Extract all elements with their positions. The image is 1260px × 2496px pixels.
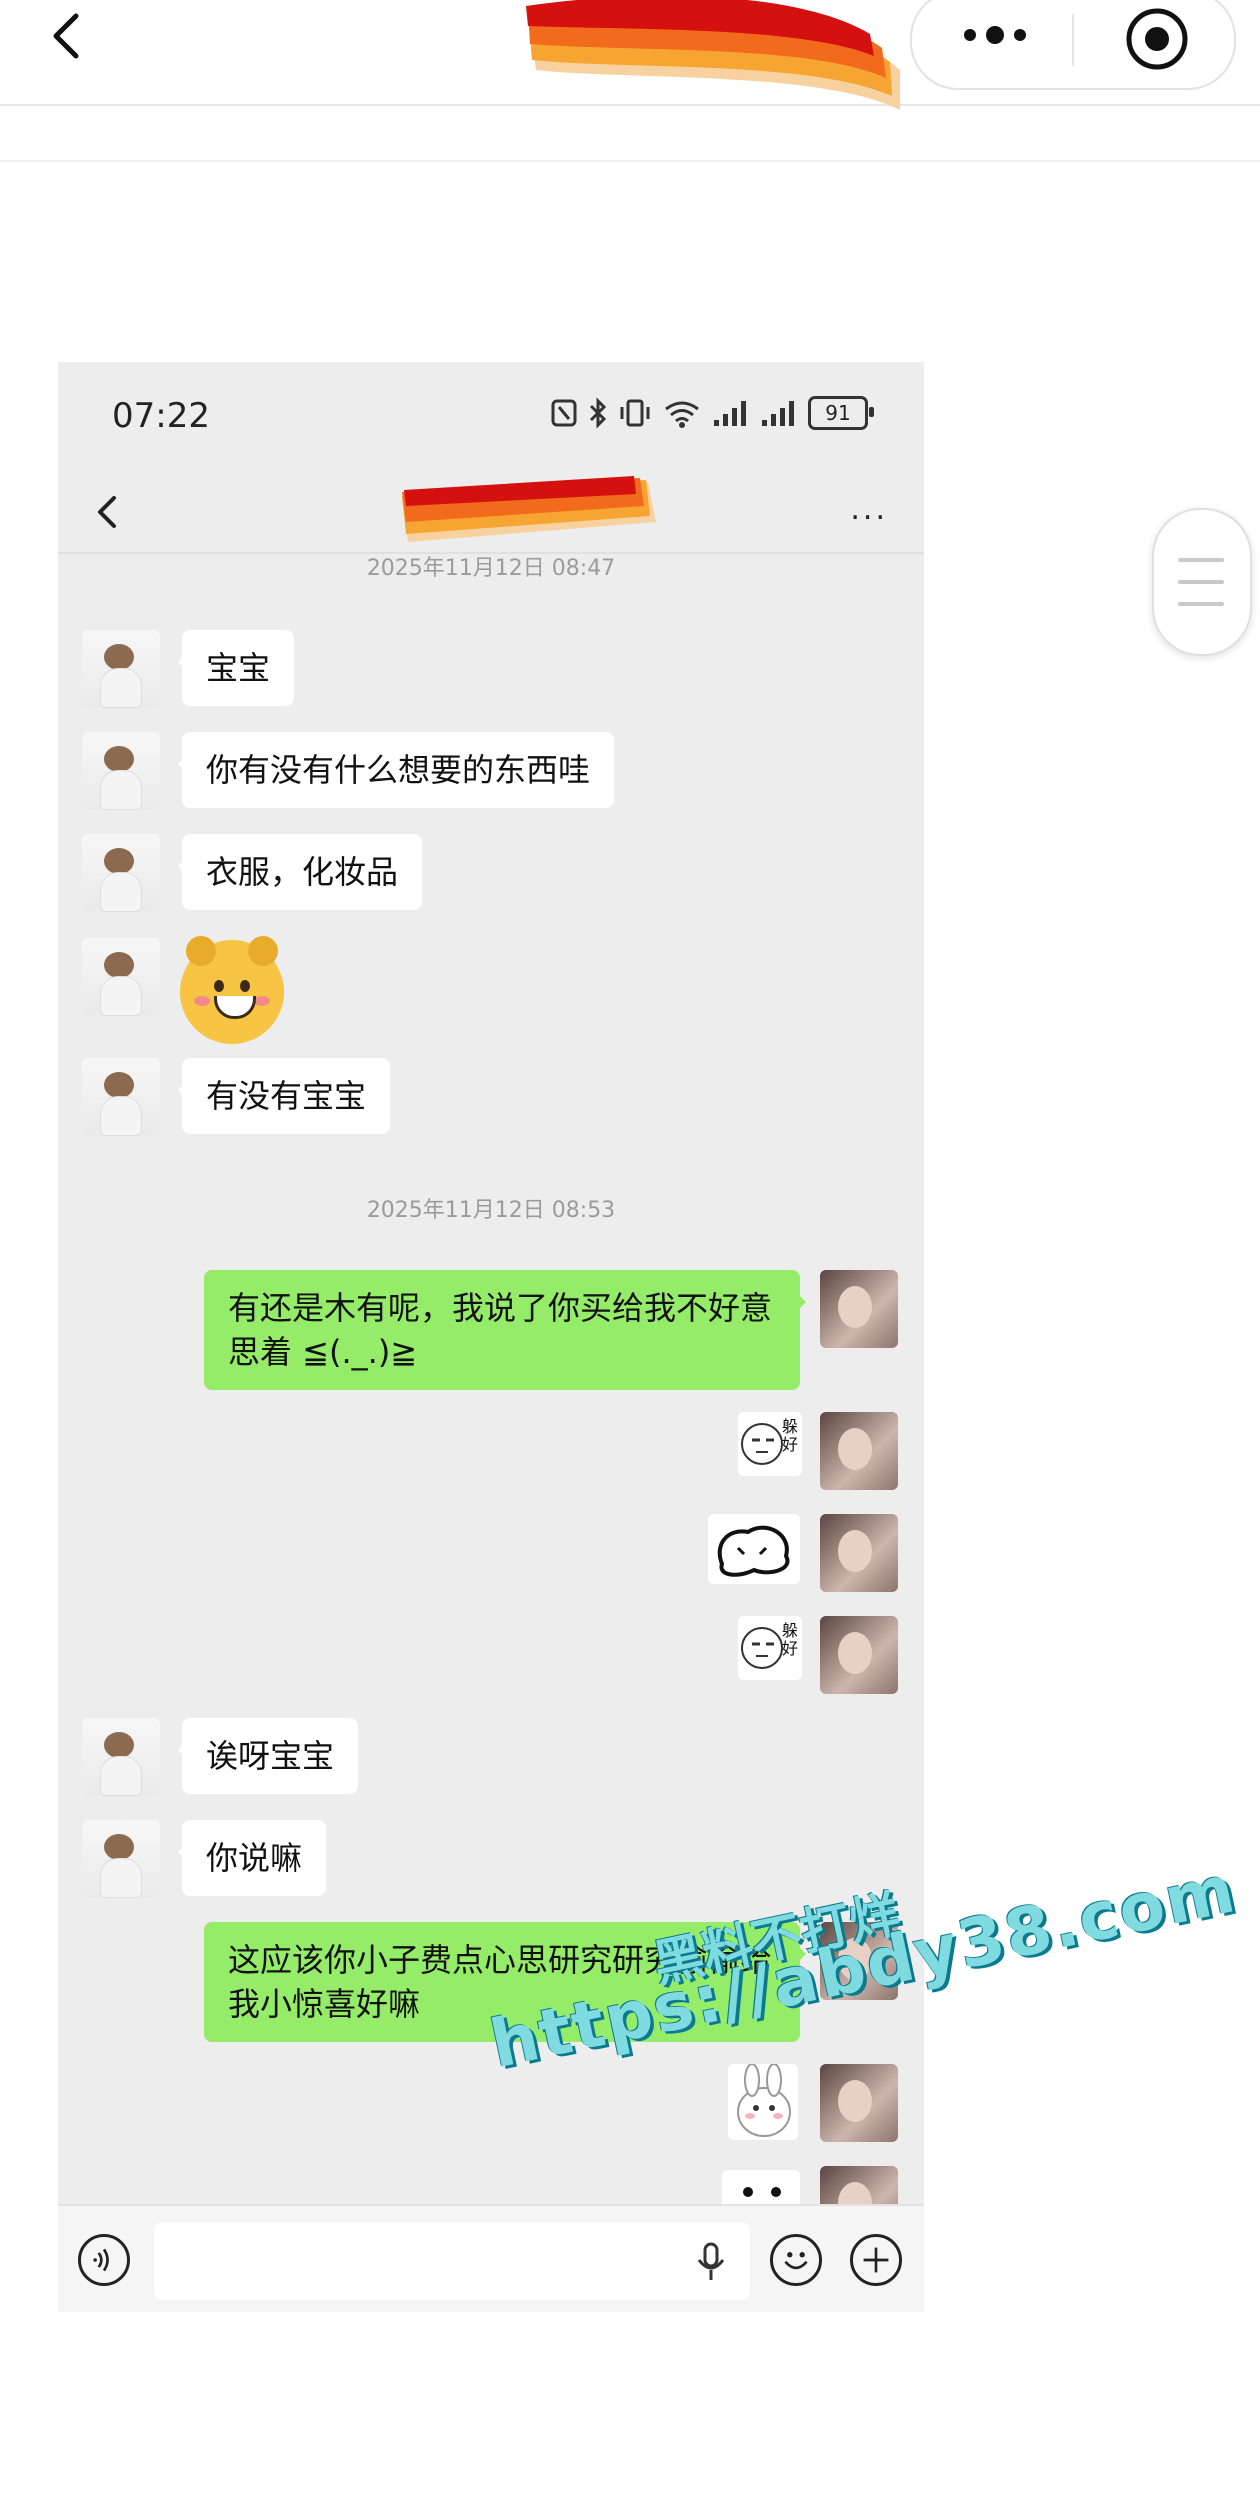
- contact-avatar[interactable]: [82, 1058, 160, 1136]
- self-avatar[interactable]: [820, 1270, 898, 1348]
- contact-name-redaction: [402, 476, 656, 542]
- message-bubble-right[interactable]: 有还是木有呢，我说了你买给我不好意思着 ≦(._.)≧: [204, 1270, 806, 1390]
- contact-avatar[interactable]: [82, 938, 160, 1016]
- mini-program-capsule: [910, 0, 1236, 90]
- contact-avatar[interactable]: [82, 1718, 160, 1796]
- back-icon[interactable]: [40, 6, 100, 66]
- battery-indicator: 91: [808, 396, 874, 430]
- contact-avatar[interactable]: [82, 732, 160, 810]
- nfc-icon: [551, 399, 577, 427]
- self-avatar[interactable]: [820, 1514, 898, 1592]
- timestamp: 2025年11月12日 08:47: [366, 556, 616, 581]
- chat-input-bar: [58, 2204, 924, 2312]
- message-bubble-left[interactable]: 你说嘛: [177, 1820, 327, 1896]
- contact-avatar[interactable]: [82, 630, 160, 708]
- face-sticker[interactable]: 躲好: [738, 1616, 802, 1680]
- face-sticker[interactable]: 躲好: [738, 1412, 802, 1476]
- floating-menu-button[interactable]: [1152, 508, 1252, 656]
- menu-line: [1178, 580, 1224, 584]
- vibrate-icon: [620, 399, 650, 427]
- menu-line: [1178, 602, 1224, 606]
- chat-header: ...: [58, 472, 924, 554]
- bear-sticker[interactable]: [180, 936, 284, 1044]
- doodle-sticker[interactable]: [708, 1514, 800, 1584]
- status-icons: 91: [550, 396, 874, 430]
- status-bar: 07:22 91: [58, 362, 924, 472]
- contact-avatar[interactable]: [82, 834, 160, 912]
- top-separator: [0, 104, 1260, 162]
- close-target-icon[interactable]: [1124, 6, 1190, 72]
- self-avatar[interactable]: [820, 2064, 898, 2142]
- signal-icon: [714, 401, 746, 426]
- microphone-icon[interactable]: [694, 2242, 728, 2282]
- signal-icon: [762, 401, 794, 426]
- message-bubble-left[interactable]: 你有没有什么想要的东西哇: [177, 732, 615, 808]
- message-input[interactable]: [154, 2222, 750, 2300]
- self-avatar[interactable]: [820, 1412, 898, 1490]
- timestamp: 2025年11月12日 08:53: [366, 1198, 616, 1223]
- message-bubble-left[interactable]: 衣服，化妆品: [177, 834, 423, 910]
- message-bubble-left[interactable]: 有没有宝宝: [177, 1058, 391, 1134]
- menu-line: [1178, 558, 1224, 562]
- status-time: 07:22: [112, 396, 210, 436]
- bunny-sticker[interactable]: [728, 2063, 798, 2140]
- message-bubble-left[interactable]: 宝宝: [177, 630, 295, 706]
- capsule-divider: [1072, 14, 1074, 66]
- bunny-sticker-drawing: [737, 2063, 791, 2137]
- bluetooth-icon: [589, 397, 607, 429]
- redaction-scribble: [526, 0, 900, 110]
- message-bubble-left[interactable]: 诶呀宝宝: [177, 1718, 359, 1794]
- doodle-sticker-drawing: [717, 1525, 790, 1577]
- more-icon[interactable]: [960, 20, 1030, 50]
- contact-avatar[interactable]: [82, 1820, 160, 1898]
- self-avatar[interactable]: [820, 1616, 898, 1694]
- plus-icon[interactable]: [850, 2234, 902, 2286]
- sticker-caption: 躲好: [782, 1621, 799, 1658]
- top-bar: t: [0, 0, 1260, 110]
- voice-icon[interactable]: [78, 2234, 130, 2286]
- chat-back-icon[interactable]: [88, 492, 128, 532]
- wifi-icon: [665, 401, 699, 428]
- emoji-icon[interactable]: [770, 2234, 822, 2286]
- sticker-caption: 躲好: [782, 1417, 799, 1454]
